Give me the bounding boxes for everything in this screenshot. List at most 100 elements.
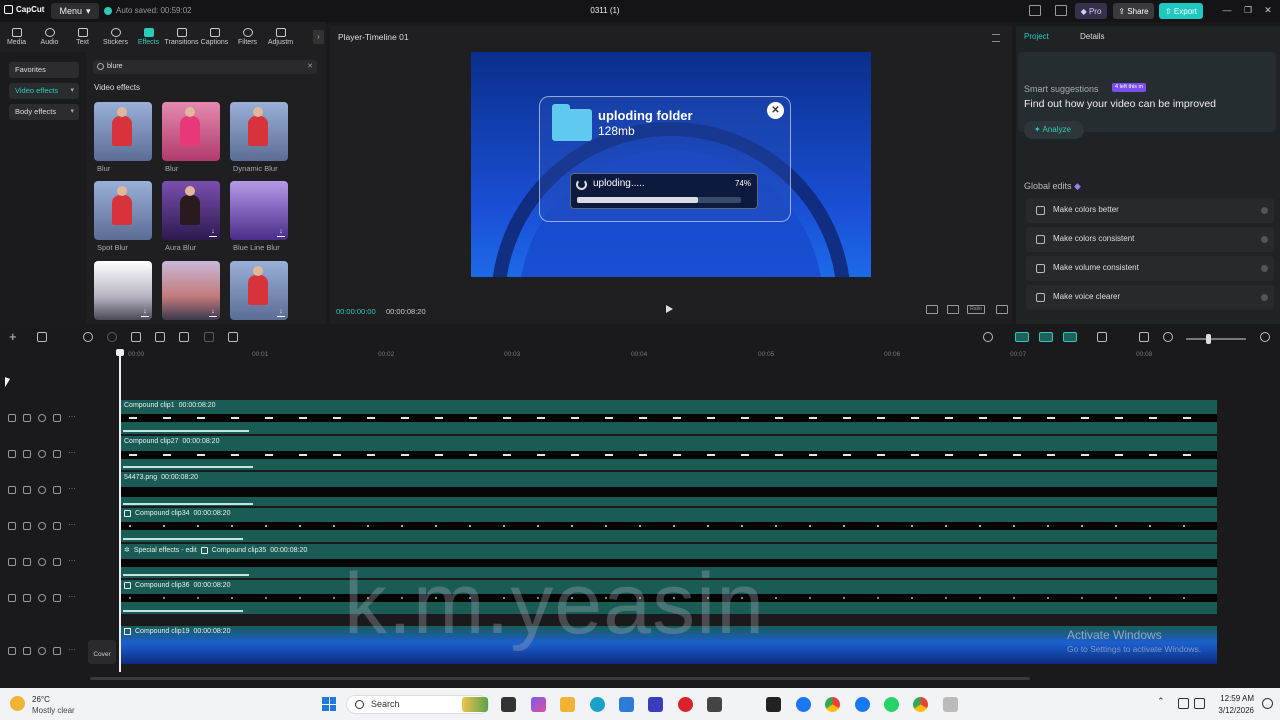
download-icon[interactable]: ↓	[141, 308, 149, 317]
search-highlight-icon[interactable]	[462, 697, 488, 712]
undo-icon[interactable]	[83, 332, 93, 342]
share-button[interactable]: ⇪ Share	[1113, 3, 1154, 19]
more-icon[interactable]: ···	[68, 557, 76, 566]
track-select-icon[interactable]	[8, 450, 16, 458]
fullscreen-icon[interactable]	[996, 305, 1008, 314]
speaker-icon[interactable]	[53, 558, 61, 566]
category-video-effects[interactable]: Video effects ▾	[9, 83, 79, 99]
facebook-icon[interactable]	[855, 697, 870, 712]
weather-condition[interactable]: Mostly clear	[32, 706, 75, 715]
effect-thumb[interactable]: ↓	[94, 261, 152, 320]
menu-icon[interactable]	[992, 34, 1000, 42]
tab-audio[interactable]: Audio	[33, 22, 66, 52]
zoom-out-icon[interactable]	[1163, 332, 1173, 342]
speaker-icon[interactable]	[53, 414, 61, 422]
playhead[interactable]	[116, 349, 124, 672]
track-select-icon[interactable]	[8, 594, 16, 602]
speaker-icon[interactable]	[53, 647, 61, 655]
chrome-icon[interactable]	[913, 697, 928, 712]
effect-thumb[interactable]: ↓	[162, 181, 220, 240]
track-select-icon[interactable]	[8, 414, 16, 422]
weather-moon-icon[interactable]	[10, 696, 25, 711]
tab-transitions[interactable]: Transitions	[165, 22, 199, 52]
analyze-button[interactable]: ✦ Analyze	[1024, 121, 1084, 139]
main-track-link-icon[interactable]	[1015, 332, 1029, 342]
whatsapp-icon[interactable]	[884, 697, 899, 712]
crop-icon[interactable]	[947, 305, 959, 314]
chevron-right-icon[interactable]: ›	[313, 30, 324, 44]
facebook-icon[interactable]	[796, 697, 811, 712]
minimize-icon[interactable]: —	[1220, 5, 1234, 15]
windows-start-icon[interactable]	[322, 697, 336, 711]
clock-time[interactable]: 12:59 AM	[1218, 694, 1254, 703]
effect-thumb[interactable]	[94, 102, 152, 161]
chrome-icon[interactable]	[825, 697, 840, 712]
play-icon[interactable]	[666, 305, 673, 313]
layout-icon[interactable]	[1029, 5, 1041, 16]
chevron-up-icon[interactable]: ⌃	[1157, 696, 1165, 707]
capcut-taskbar-icon[interactable]	[766, 697, 781, 712]
menu-button[interactable]: Menu ▾	[51, 3, 99, 19]
track-select-icon[interactable]	[8, 558, 16, 566]
tab-effects[interactable]: Effects	[132, 22, 165, 52]
split-left-icon[interactable]	[155, 332, 165, 342]
volume-icon[interactable]	[1194, 698, 1205, 709]
task-view-icon[interactable]	[501, 697, 516, 712]
eye-icon[interactable]	[38, 594, 46, 602]
track-select-icon[interactable]	[8, 647, 16, 655]
lock-icon[interactable]	[23, 558, 31, 566]
lock-icon[interactable]	[23, 647, 31, 655]
shortcut-icon[interactable]	[1055, 5, 1067, 16]
effect-thumb[interactable]: ↓	[162, 261, 220, 320]
maximize-icon[interactable]: ❐	[1241, 5, 1255, 16]
tab-project[interactable]: Project	[1024, 32, 1049, 41]
calculator-icon[interactable]	[707, 697, 722, 712]
eye-icon[interactable]	[38, 647, 46, 655]
close-icon[interactable]: ✕	[767, 102, 784, 119]
lock-icon[interactable]	[23, 450, 31, 458]
more-icon[interactable]: ···	[68, 593, 76, 602]
tab-stickers[interactable]: Stickers	[99, 22, 132, 52]
video-canvas[interactable]: uploding folder 128mb ✕ uploding..... 74…	[471, 52, 871, 277]
download-icon[interactable]: ↓	[277, 308, 285, 317]
tab-text[interactable]: Text	[66, 22, 99, 52]
export-button[interactable]: ⇧ Export	[1159, 3, 1203, 19]
category-favorites[interactable]: Favorites	[9, 62, 79, 78]
speaker-icon[interactable]	[53, 594, 61, 602]
zoom-slider[interactable]	[1186, 338, 1246, 340]
tab-adjustment[interactable]: Adjustm	[264, 22, 297, 52]
split-icon[interactable]	[131, 332, 141, 342]
opera-icon[interactable]	[678, 697, 693, 712]
tab-captions[interactable]: Captions	[198, 22, 231, 52]
add-icon[interactable]: +	[9, 330, 19, 343]
file-explorer-icon[interactable]	[560, 697, 575, 712]
zoom-in-icon[interactable]	[1260, 332, 1270, 342]
network-icon[interactable]	[1178, 698, 1189, 709]
store-icon[interactable]	[619, 697, 634, 712]
delete-icon[interactable]	[204, 332, 214, 342]
eye-icon[interactable]	[38, 522, 46, 530]
pro-button[interactable]: ◆ Pro	[1075, 3, 1107, 19]
lock-icon[interactable]	[23, 486, 31, 494]
linkage-icon[interactable]	[1063, 332, 1077, 342]
timeline-clip[interactable]: Compound clip34 00:00:08:20	[121, 508, 1217, 542]
caption-track-icon[interactable]	[1139, 332, 1149, 342]
timeline-clip[interactable]: 54473.png 00:00:08:20	[121, 472, 1217, 506]
ratio-button[interactable]: Ratio	[967, 305, 985, 314]
global-edit-item[interactable]: Make voice clearer	[1026, 285, 1274, 310]
download-icon[interactable]: ↓	[277, 228, 285, 237]
tab-media[interactable]: Media	[0, 22, 33, 52]
notification-icon[interactable]	[1262, 698, 1273, 709]
download-icon[interactable]: ↓	[209, 228, 217, 237]
download-icon[interactable]: ↓	[209, 308, 217, 317]
more-icon[interactable]: ···	[68, 521, 76, 530]
eye-icon[interactable]	[38, 486, 46, 494]
tab-details[interactable]: Details	[1080, 32, 1104, 41]
effect-thumb[interactable]	[230, 102, 288, 161]
microphone-icon[interactable]	[983, 332, 993, 342]
eye-icon[interactable]	[38, 558, 46, 566]
auto-snap-icon[interactable]	[1039, 332, 1053, 342]
global-edit-item[interactable]: Make colors consistent	[1026, 227, 1274, 252]
snipping-tool-icon[interactable]	[943, 697, 958, 712]
weather-temperature[interactable]: 26°C	[32, 695, 50, 704]
